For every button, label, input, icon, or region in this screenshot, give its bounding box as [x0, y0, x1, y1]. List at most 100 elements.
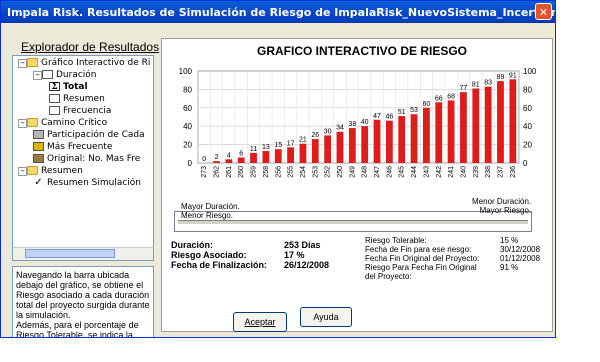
data-label: 83 [484, 80, 492, 87]
category-label: 239 [473, 166, 480, 178]
accept-button[interactable]: Aceptar [233, 312, 287, 332]
category-label: 253 [312, 166, 319, 178]
bar [225, 159, 233, 163]
data-label: 53 [410, 107, 418, 114]
y-tick-label-left: 20 [183, 141, 192, 150]
data-label: 15 [274, 142, 282, 149]
bar [324, 135, 332, 163]
category-label: 254 [300, 166, 307, 178]
category-label: 256 [275, 166, 282, 178]
data-label: 34 [336, 125, 344, 132]
risk-label: Riesgo Asociado: [171, 250, 247, 260]
risk-value: 17 % [284, 250, 305, 260]
original-risk-label: Riesgo Para Fecha Fin Original del Proye… [365, 263, 477, 281]
y-tick-label-right: 60 [523, 104, 532, 113]
data-label: 26 [311, 132, 319, 139]
data-label: 38 [348, 121, 356, 128]
help-button[interactable]: Ayuda [300, 307, 352, 327]
data-label: 30 [324, 128, 332, 135]
bar [361, 126, 369, 163]
data-label: 2 [215, 154, 219, 161]
bar [435, 102, 443, 163]
data-label: 4 [227, 152, 231, 159]
slider-left-label: Mayor Duración. Menor Riesgo. [181, 202, 240, 220]
data-label: 6 [239, 150, 243, 157]
tolerable-risk-label: Riesgo Tolerable: [365, 236, 427, 245]
y-tick-label-left: 80 [183, 85, 192, 94]
y-tick-label-right: 100 [523, 67, 537, 76]
bar [460, 92, 467, 163]
bar [398, 116, 406, 163]
data-label: 46 [385, 114, 393, 121]
slider-track[interactable] [178, 220, 528, 225]
category-label: 243 [423, 166, 430, 178]
tolerable-end-label: Fecha de Fin para ese riesgo: [365, 245, 472, 254]
category-label: 236 [510, 166, 517, 178]
category-label: 242 [436, 166, 443, 178]
category-label: 252 [325, 166, 332, 178]
category-label: 250 [337, 166, 344, 178]
data-label: 66 [435, 95, 443, 102]
y-tick-label-right: 80 [523, 85, 532, 94]
original-risk-value: 91 % [500, 263, 519, 272]
data-label: 51 [398, 109, 406, 116]
category-label: 255 [288, 166, 295, 178]
data-label: 13 [262, 144, 270, 151]
category-label: 241 [448, 166, 455, 178]
y-tick-label-left: 100 [179, 67, 193, 76]
category-label: 249 [349, 166, 356, 178]
risk-chart: 0 0 20 20 40 40 60 60 80 80 100 100 0 273 2 262 4 261 6 260… [179, 67, 537, 178]
y-tick-label-left: 0 [188, 159, 193, 168]
data-label: 47 [373, 113, 381, 120]
data-label: 81 [472, 81, 480, 88]
bar [336, 131, 344, 163]
bar [447, 100, 455, 163]
category-label: 247 [374, 166, 381, 178]
bar [299, 143, 307, 163]
bar [373, 119, 381, 163]
tolerable-risk-value: 15 % [500, 236, 519, 245]
data-label: 40 [361, 119, 369, 126]
bar [509, 79, 517, 163]
duration-value: 253 Días [284, 240, 321, 250]
bar [250, 152, 257, 163]
slider-right-label: Menor Duración. Mayor Riesgo. [472, 197, 532, 215]
tolerable-end-value: 30/12/2008 [500, 245, 541, 254]
bar [497, 81, 504, 163]
original-end-label: Fecha Fin Original del Proyecto: [365, 254, 480, 263]
end-date-label: Fecha de Finalización: [171, 260, 268, 270]
data-label: 89 [497, 74, 505, 81]
category-label: 262 [214, 166, 221, 178]
category-label: 261 [226, 166, 233, 178]
bar [237, 157, 245, 163]
data-label: 21 [299, 137, 307, 144]
category-label: 259 [251, 166, 258, 178]
bar [484, 86, 492, 163]
category-label: 248 [362, 166, 369, 178]
data-label: 68 [447, 93, 455, 100]
bar [262, 151, 270, 163]
y-tick-label-left: 40 [183, 122, 192, 131]
bar [274, 149, 282, 163]
category-label: 258 [263, 166, 270, 178]
duration-label: Duración: [171, 240, 214, 250]
data-label: 91 [509, 72, 517, 79]
y-tick-label-right: 40 [523, 122, 532, 131]
category-label: 238 [485, 166, 492, 178]
bar [213, 161, 220, 163]
bar [311, 139, 319, 163]
bar [472, 88, 480, 163]
y-tick-label-left: 60 [183, 104, 192, 113]
data-label: 11 [250, 146, 257, 153]
data-label: 17 [287, 140, 295, 147]
bar [410, 114, 418, 163]
bar [348, 128, 356, 163]
y-tick-label-right: 0 [523, 159, 528, 168]
original-end-value: 01/12/2008 [500, 254, 541, 263]
results-window: Impala Risk. Resultados de Simulación de… [0, 0, 556, 338]
category-label: 260 [238, 166, 245, 178]
y-tick-label-right: 20 [523, 141, 532, 150]
category-label: 273 [201, 166, 208, 178]
bar [287, 147, 294, 163]
category-label: 240 [460, 166, 467, 178]
